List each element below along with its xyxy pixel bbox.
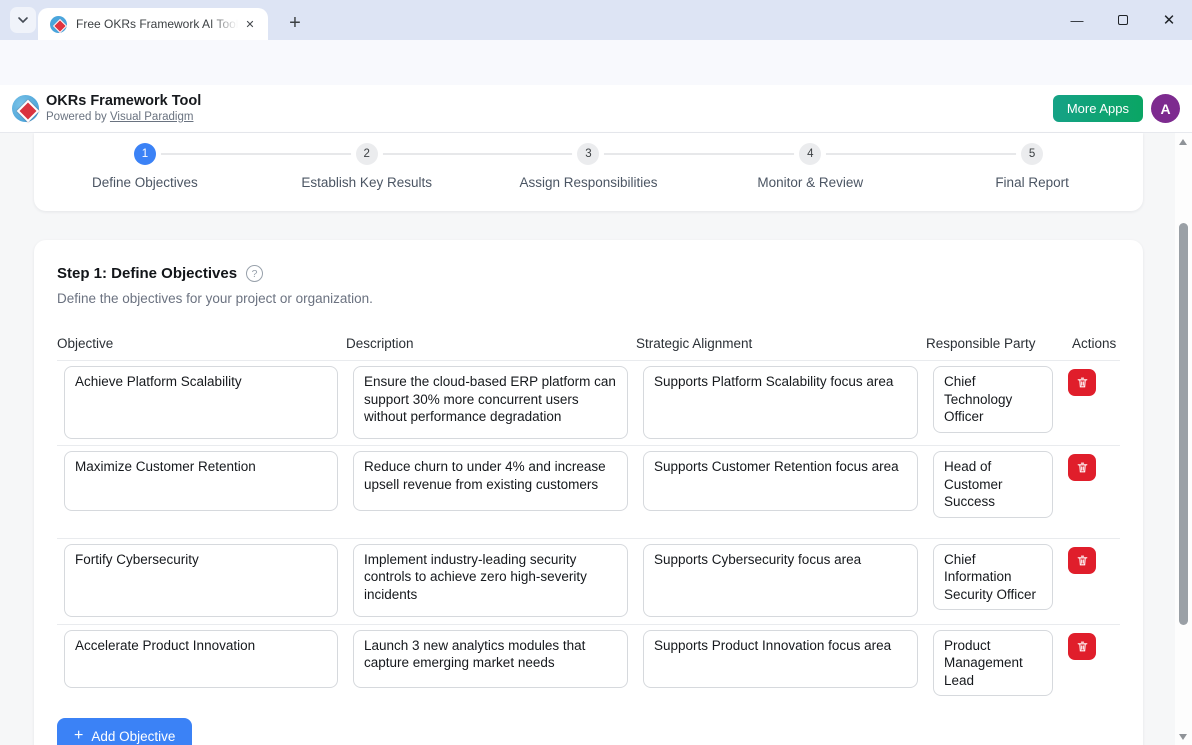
objective-input[interactable]: Achieve Platform Scalability xyxy=(64,366,338,439)
objective-row: Achieve Platform Scalability Ensure the … xyxy=(57,360,1120,445)
step-label: Define Objectives xyxy=(34,175,256,190)
trash-icon xyxy=(1076,640,1089,653)
stepper-step[interactable]: 2 Establish Key Results xyxy=(256,133,478,211)
responsible-party-input[interactable]: Head of Customer Success xyxy=(933,451,1053,518)
plus-icon: + xyxy=(74,727,83,745)
window-controls: — ✕ xyxy=(1054,0,1192,40)
objectives-rows: Achieve Platform Scalability Ensure the … xyxy=(57,360,1120,706)
alignment-input[interactable]: Supports Customer Retention focus area xyxy=(643,451,918,511)
step-label: Establish Key Results xyxy=(256,175,478,190)
app-title: OKRs Framework Tool xyxy=(46,93,201,109)
objective-row: Maximize Customer Retention Reduce churn… xyxy=(57,445,1120,538)
close-icon[interactable]: ✕ xyxy=(1146,0,1192,40)
add-objective-button[interactable]: + Add Objective xyxy=(57,718,192,745)
tab-close-icon[interactable]: ✕ xyxy=(242,16,258,32)
powered-by: Powered by Visual Paradigm xyxy=(46,111,193,123)
tab-search-button[interactable] xyxy=(10,7,36,33)
scrollbar-thumb[interactable] xyxy=(1179,223,1188,625)
web-page: OKRs Framework Tool Powered by Visual Pa… xyxy=(0,85,1192,745)
stepper-step[interactable]: 5 Final Report xyxy=(921,133,1143,211)
column-description: Description xyxy=(346,336,621,351)
step-number: 1 xyxy=(134,143,156,165)
visual-paradigm-link[interactable]: Visual Paradigm xyxy=(110,111,194,123)
tab-title: Free OKRs Framework AI Tool | V xyxy=(76,17,238,31)
step-label: Monitor & Review xyxy=(699,175,921,190)
stepper: 1 Define Objectives 2 Establish Key Resu… xyxy=(34,133,1143,211)
step-number: 4 xyxy=(799,143,821,165)
step-number: 2 xyxy=(356,143,378,165)
panel-subtitle: Define the objectives for your project o… xyxy=(57,291,1120,306)
maximize-icon[interactable] xyxy=(1100,0,1146,40)
define-objectives-panel: Step 1: Define Objectives ? Define the o… xyxy=(34,240,1143,745)
objective-row: Fortify Cybersecurity Implement industry… xyxy=(57,538,1120,624)
stepper-step[interactable]: 1 Define Objectives xyxy=(34,133,256,211)
step-number: 3 xyxy=(577,143,599,165)
stepper-card: 1 Define Objectives 2 Establish Key Resu… xyxy=(34,133,1143,211)
objective-input[interactable]: Accelerate Product Innovation xyxy=(64,630,338,688)
step-label: Assign Responsibilities xyxy=(478,175,700,190)
trash-icon xyxy=(1076,461,1089,474)
delete-row-button[interactable] xyxy=(1068,547,1096,574)
column-strategic-alignment: Strategic Alignment xyxy=(636,336,911,351)
help-icon[interactable]: ? xyxy=(246,265,263,282)
alignment-input[interactable]: Supports Product Innovation focus area xyxy=(643,630,918,688)
stepper-step[interactable]: 3 Assign Responsibilities xyxy=(478,133,700,211)
minimize-icon[interactable]: — xyxy=(1054,0,1100,40)
browser-toolbar: ← → ai-toolbox.visual-paradigm.com/app/o… xyxy=(0,40,1192,85)
responsible-party-input[interactable]: Chief Technology Officer xyxy=(933,366,1053,433)
step-label: Final Report xyxy=(921,175,1143,190)
trash-icon xyxy=(1076,376,1089,389)
column-actions: Actions xyxy=(1061,336,1089,351)
tab-favicon-icon xyxy=(50,16,67,33)
app-header: OKRs Framework Tool Powered by Visual Pa… xyxy=(0,85,1192,133)
description-input[interactable]: Ensure the cloud-based ERP platform can … xyxy=(353,366,628,439)
delete-row-button[interactable] xyxy=(1068,633,1096,660)
objective-input[interactable]: Fortify Cybersecurity xyxy=(64,544,338,617)
scroll-down-icon[interactable] xyxy=(1179,734,1187,740)
description-input[interactable]: Launch 3 new analytics modules that capt… xyxy=(353,630,628,688)
scroll-up-icon[interactable] xyxy=(1179,139,1187,145)
user-avatar[interactable]: A xyxy=(1151,94,1180,123)
visual-paradigm-logo-icon xyxy=(12,95,39,122)
delete-row-button[interactable] xyxy=(1068,369,1096,396)
column-responsible-party: Responsible Party xyxy=(926,336,1046,351)
browser-tab[interactable]: Free OKRs Framework AI Tool | V ✕ xyxy=(38,8,268,40)
description-input[interactable]: Reduce churn to under 4% and increase up… xyxy=(353,451,628,511)
alignment-input[interactable]: Supports Platform Scalability focus area xyxy=(643,366,918,439)
alignment-input[interactable]: Supports Cybersecurity focus area xyxy=(643,544,918,617)
step-number: 5 xyxy=(1021,143,1043,165)
responsible-party-input[interactable]: Product Management Lead xyxy=(933,630,1053,697)
responsible-party-input[interactable]: Chief Information Security Officer xyxy=(933,544,1053,611)
objective-input[interactable]: Maximize Customer Retention xyxy=(64,451,338,511)
more-apps-button[interactable]: More Apps xyxy=(1053,95,1143,122)
chevron-down-icon xyxy=(17,14,29,26)
delete-row-button[interactable] xyxy=(1068,454,1096,481)
objectives-table-header: Objective Description Strategic Alignmen… xyxy=(57,336,1120,360)
trash-icon xyxy=(1076,554,1089,567)
stepper-step[interactable]: 4 Monitor & Review xyxy=(699,133,921,211)
objective-row: Accelerate Product Innovation Launch 3 n… xyxy=(57,624,1120,707)
column-objective: Objective xyxy=(57,336,331,351)
page-scrollbar[interactable] xyxy=(1175,133,1192,745)
new-tab-button[interactable]: + xyxy=(281,9,309,37)
browser-tab-strip: Free OKRs Framework AI Tool | V ✕ + — ✕ xyxy=(0,0,1192,40)
description-input[interactable]: Implement industry-leading security cont… xyxy=(353,544,628,617)
panel-title: Step 1: Define Objectives xyxy=(57,265,237,282)
add-objective-label: Add Objective xyxy=(91,729,175,744)
